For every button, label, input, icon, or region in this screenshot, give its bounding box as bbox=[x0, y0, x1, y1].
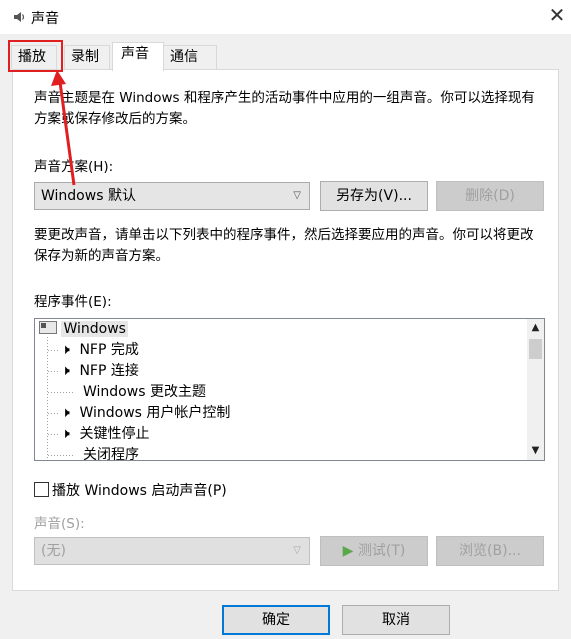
annotation-arrow-icon bbox=[51, 70, 76, 186]
